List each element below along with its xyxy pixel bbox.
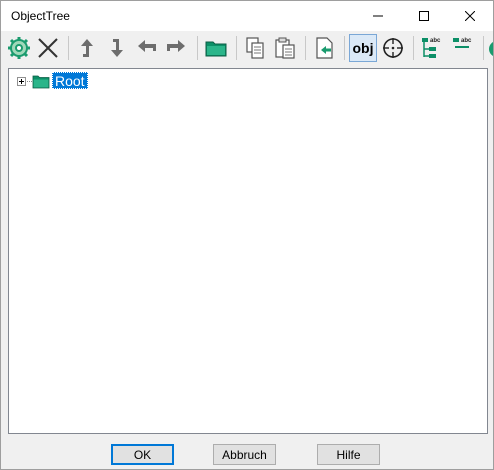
svg-text:abc: abc <box>461 38 472 44</box>
toolbar-separator <box>305 36 306 60</box>
expand-toggle[interactable] <box>17 77 26 86</box>
overflow-tool-button[interactable] <box>487 39 493 59</box>
tree-node-root[interactable]: Root <box>52 72 88 89</box>
folder-icon <box>32 75 50 89</box>
minimize-button[interactable] <box>355 1 401 31</box>
ok-button[interactable]: OK <box>111 444 174 465</box>
new-folder-button[interactable] <box>202 34 230 62</box>
folder-icon <box>205 41 227 57</box>
import-button[interactable] <box>310 34 338 62</box>
paste-button[interactable] <box>271 34 299 62</box>
import-icon <box>316 37 333 59</box>
delete-button[interactable] <box>34 34 62 62</box>
minimize-icon <box>373 15 383 17</box>
help-button[interactable]: Hilfe <box>317 444 380 465</box>
target-icon <box>383 38 403 58</box>
list-view-button[interactable]: abc <box>449 34 477 62</box>
cancel-button[interactable]: Abbruch <box>213 444 276 465</box>
move-down-button[interactable] <box>103 34 131 62</box>
move-left-icon <box>138 40 156 52</box>
obj-icon: obj <box>352 40 374 56</box>
objecttree-window: ObjectTree obj abc abc Root OK Abbruch H… <box>0 0 494 470</box>
gear-icon <box>8 37 30 59</box>
toolbar-separator <box>236 36 237 60</box>
move-down-icon <box>111 39 123 57</box>
maximize-icon <box>419 11 429 21</box>
paste-icon <box>275 37 295 59</box>
toolbar-separator <box>483 36 484 60</box>
move-right-icon <box>167 40 185 52</box>
svg-text:abc: abc <box>430 38 441 44</box>
window-title: ObjectTree <box>11 9 70 23</box>
close-icon <box>465 11 475 21</box>
toolbar-separator <box>197 36 198 60</box>
obj-button[interactable]: obj <box>349 34 377 62</box>
target-button[interactable] <box>379 34 407 62</box>
move-right-button[interactable] <box>162 34 190 62</box>
tree-view-button[interactable]: abc <box>418 34 446 62</box>
copy-button[interactable] <box>241 34 269 62</box>
move-up-icon <box>81 39 93 57</box>
toolbar-separator <box>68 36 69 60</box>
title-bar: ObjectTree <box>1 1 493 31</box>
toolbar-separator <box>413 36 414 60</box>
toolbar: obj abc abc <box>1 31 493 67</box>
list-abc-icon: abc <box>453 38 472 48</box>
object-tree-view[interactable]: Root <box>8 68 488 434</box>
close-button[interactable] <box>447 1 493 31</box>
settings-button[interactable] <box>5 34 33 62</box>
tree-abc-icon: abc <box>422 38 441 58</box>
toolbar-separator <box>344 36 345 60</box>
move-up-button[interactable] <box>73 34 101 62</box>
move-left-button[interactable] <box>133 34 161 62</box>
maximize-button[interactable] <box>401 1 447 31</box>
copy-icon <box>246 37 264 59</box>
green-partial-icon <box>489 42 493 56</box>
close-x-icon <box>38 38 58 58</box>
